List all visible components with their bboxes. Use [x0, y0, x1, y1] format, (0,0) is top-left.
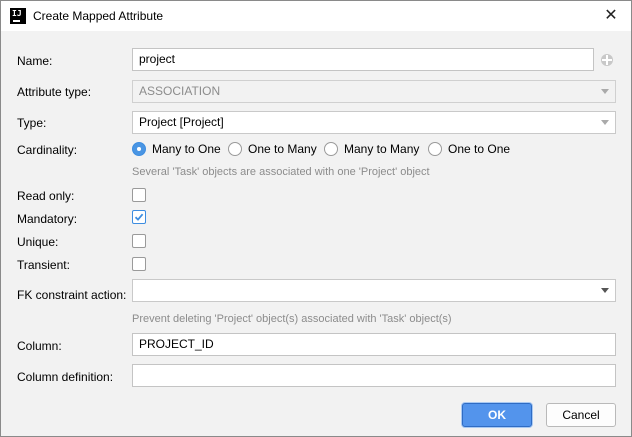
radio-label: Many to Many	[344, 142, 420, 156]
fk-constraint-hint: Prevent deleting 'Project' object(s) ass…	[132, 313, 452, 325]
transient-label: Transient:	[17, 258, 70, 272]
column-definition-input[interactable]	[132, 364, 616, 387]
radio-one-to-one[interactable]: One to One	[428, 141, 512, 159]
checkmark-icon	[134, 213, 144, 221]
radio-many-to-many[interactable]: Many to Many	[324, 141, 420, 159]
create-mapped-attribute-dialog: IJ Create Mapped Attribute ✕ Name: proje…	[0, 0, 632, 437]
chevron-down-icon	[601, 288, 609, 293]
radio-label: One to One	[448, 142, 511, 156]
radio-many-to-one[interactable]: Many to One	[132, 141, 224, 159]
cardinality-label: Cardinality:	[17, 143, 78, 157]
radio-checked-icon	[132, 142, 146, 156]
transient-checkbox[interactable]	[132, 257, 146, 271]
chevron-down-icon	[601, 89, 609, 94]
intellij-icon: IJ	[10, 8, 26, 24]
attribute-type-label: Attribute type:	[17, 85, 92, 99]
name-input[interactable]: project	[132, 48, 594, 71]
close-icon[interactable]: ✕	[601, 6, 621, 26]
radio-label: One to Many	[248, 142, 317, 156]
fk-constraint-label: FK constraint action:	[17, 288, 127, 302]
column-label: Column:	[17, 339, 62, 353]
type-value: Project [Project]	[139, 115, 224, 129]
radio-unchecked-icon	[324, 142, 338, 156]
dialog-title: Create Mapped Attribute	[33, 9, 164, 23]
column-input[interactable]: PROJECT_ID	[132, 333, 616, 356]
cancel-button[interactable]: Cancel	[546, 403, 616, 427]
chevron-down-icon	[601, 120, 609, 125]
mandatory-label: Mandatory:	[17, 212, 78, 226]
radio-label: Many to One	[152, 142, 221, 156]
attribute-type-select[interactable]: ASSOCIATION	[132, 80, 616, 103]
fk-constraint-select[interactable]	[132, 279, 616, 302]
cardinality-hint: Several 'Task' objects are associated wi…	[132, 166, 430, 178]
column-definition-label: Column definition:	[17, 370, 114, 384]
type-label: Type:	[17, 116, 47, 130]
read-only-checkbox[interactable]	[132, 188, 146, 202]
mandatory-checkbox[interactable]	[132, 210, 146, 224]
radio-one-to-many[interactable]: One to Many	[228, 141, 320, 159]
read-only-label: Read only:	[17, 189, 75, 203]
radio-unchecked-icon	[228, 142, 242, 156]
title-bar: IJ Create Mapped Attribute ✕	[1, 1, 631, 31]
radio-unchecked-icon	[428, 142, 442, 156]
type-select[interactable]: Project [Project]	[132, 111, 616, 134]
attribute-type-value: ASSOCIATION	[139, 84, 221, 98]
name-label: Name:	[17, 54, 53, 68]
globe-icon[interactable]	[601, 54, 613, 66]
unique-checkbox[interactable]	[132, 234, 146, 248]
ok-button[interactable]: OK	[462, 403, 532, 427]
unique-label: Unique:	[17, 235, 59, 249]
